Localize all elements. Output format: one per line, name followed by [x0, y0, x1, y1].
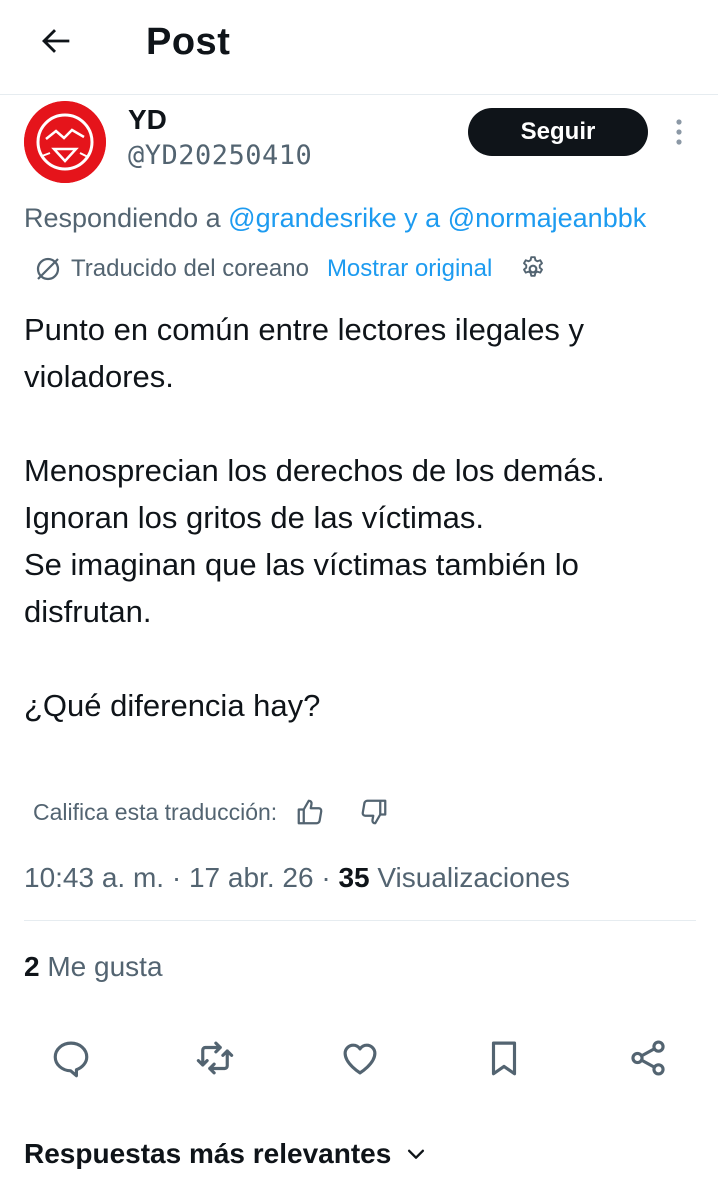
- reply-prefix: Respondiendo a: [24, 203, 229, 233]
- post-date[interactable]: 17 abr. 26: [189, 862, 314, 893]
- post-text-line-1: Punto en común entre lectores ilegales y…: [24, 312, 585, 394]
- post-text: Punto en común entre lectores ilegales y…: [24, 306, 704, 729]
- page-title: Post: [146, 21, 231, 63]
- likes-label: Me gusta: [39, 951, 163, 982]
- action-bar: [0, 1030, 718, 1086]
- views-label[interactable]: Visualizaciones: [370, 862, 570, 893]
- like-button[interactable]: [332, 1030, 388, 1086]
- divider: [24, 920, 696, 921]
- post-text-line-5: ¿Qué diferencia hay?: [24, 688, 321, 723]
- post-text-line-2: Menosprecian los derechos de los demás.: [24, 453, 605, 488]
- arrow-left-icon: [42, 29, 70, 53]
- repost-button[interactable]: [187, 1030, 243, 1086]
- translation-settings-button[interactable]: [518, 254, 548, 284]
- rate-translation-bar: Califica esta traducción:: [33, 795, 389, 829]
- thumbs-up-icon: [297, 799, 323, 825]
- post-text-line-3: Ignoran los gritos de las víctimas.: [24, 500, 485, 535]
- share-icon: [631, 1040, 665, 1076]
- reply-button[interactable]: [43, 1030, 99, 1086]
- replies-sort-dropdown[interactable]: Respuestas más relevantes: [24, 1136, 427, 1172]
- author-handle[interactable]: @YD20250410: [128, 140, 312, 172]
- reply-context: Respondiendo a @grandesrike y a @normaje…: [24, 200, 718, 236]
- translate-icon: [36, 257, 60, 281]
- follow-button[interactable]: Seguir: [468, 108, 648, 156]
- reply-icon: [53, 1041, 89, 1078]
- likes-count: 2: [24, 951, 40, 982]
- show-original-link[interactable]: Mostrar original: [327, 255, 492, 283]
- bookmark-button[interactable]: [476, 1030, 532, 1086]
- post-meta: 10:43 a. m. · 17 abr. 26 · 35 Visualizac…: [24, 860, 570, 896]
- like-icon: [343, 1043, 377, 1075]
- avatar-image: [24, 101, 106, 183]
- meta-separator: ·: [313, 862, 339, 893]
- more-vertical-icon: [676, 119, 682, 145]
- thumbs-down-button[interactable]: [359, 797, 389, 827]
- meta-separator: ·: [164, 862, 189, 893]
- views-count[interactable]: 35: [338, 862, 369, 893]
- share-button[interactable]: [620, 1030, 676, 1086]
- more-options-button[interactable]: [664, 114, 694, 150]
- translation-bar: Traducido del coreano Mostrar original: [33, 252, 548, 286]
- translated-from-label: Traducido del coreano: [71, 255, 309, 282]
- chevron-down-icon: [405, 1143, 427, 1165]
- thumbs-down-icon: [361, 799, 387, 825]
- author-name[interactable]: YD: [128, 104, 167, 136]
- replies-sort-label: Respuestas más relevantes: [24, 1138, 392, 1169]
- back-button[interactable]: [30, 18, 82, 64]
- likes-summary[interactable]: 2 Me gusta: [24, 949, 163, 985]
- rate-translation-label: Califica esta traducción:: [33, 798, 278, 825]
- post-time[interactable]: 10:43 a. m.: [24, 862, 164, 893]
- gear-icon: [523, 256, 544, 277]
- mention-link-1[interactable]: @grandesrike: [228, 203, 397, 233]
- post-text-line-4: Se imaginan que las víctimas también lo …: [24, 547, 579, 629]
- bookmark-icon: [491, 1041, 517, 1076]
- reply-conjunction: y a: [396, 203, 448, 233]
- repost-icon: [196, 1041, 234, 1075]
- mention-link-2[interactable]: @normajeanbbk: [448, 203, 647, 233]
- top-bar: Post: [0, 0, 718, 95]
- avatar[interactable]: [24, 101, 106, 183]
- thumbs-up-button[interactable]: [295, 797, 325, 827]
